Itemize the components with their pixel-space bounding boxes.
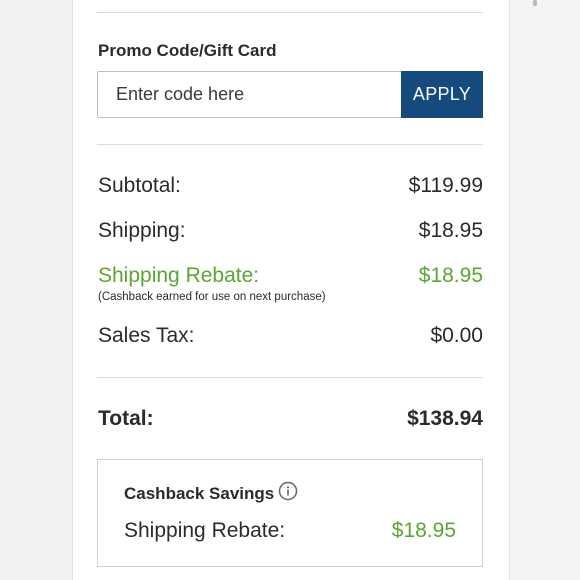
right-gutter [510, 0, 580, 580]
left-gutter [0, 0, 72, 580]
subtotal-value: $119.99 [408, 174, 483, 197]
promo-divider [97, 144, 483, 145]
total-label: Total: [98, 407, 154, 430]
info-icon[interactable] [278, 481, 298, 501]
shipping-rebate-value: $18.95 [418, 264, 483, 287]
sales-tax-value: $0.00 [430, 324, 483, 347]
promo-code-label: Promo Code/Gift Card [98, 41, 277, 60]
scrollbar-thumb[interactable] [533, 0, 537, 6]
cashback-savings-title: Cashback Savings [124, 484, 275, 503]
checkout-page: Promo Code/Gift Card APPLY Subtotal: $11… [0, 0, 580, 580]
promo-code-input[interactable] [97, 71, 401, 118]
cashback-item-label: Shipping Rebate: [124, 519, 286, 542]
sales-tax-label: Sales Tax: [98, 324, 195, 347]
top-divider [97, 12, 483, 13]
total-divider [97, 377, 483, 378]
shipping-rebate-label: Shipping Rebate: [98, 264, 260, 287]
cashback-item-value: $18.95 [391, 519, 456, 542]
shipping-value: $18.95 [418, 219, 483, 242]
apply-button[interactable]: APPLY [401, 71, 483, 118]
subtotal-label: Subtotal: [98, 174, 181, 197]
rebate-note: (Cashback earned for use on next purchas… [98, 291, 326, 303]
total-value: $138.94 [407, 407, 483, 430]
shipping-label: Shipping: [98, 219, 186, 242]
cashback-savings-box [97, 459, 483, 567]
